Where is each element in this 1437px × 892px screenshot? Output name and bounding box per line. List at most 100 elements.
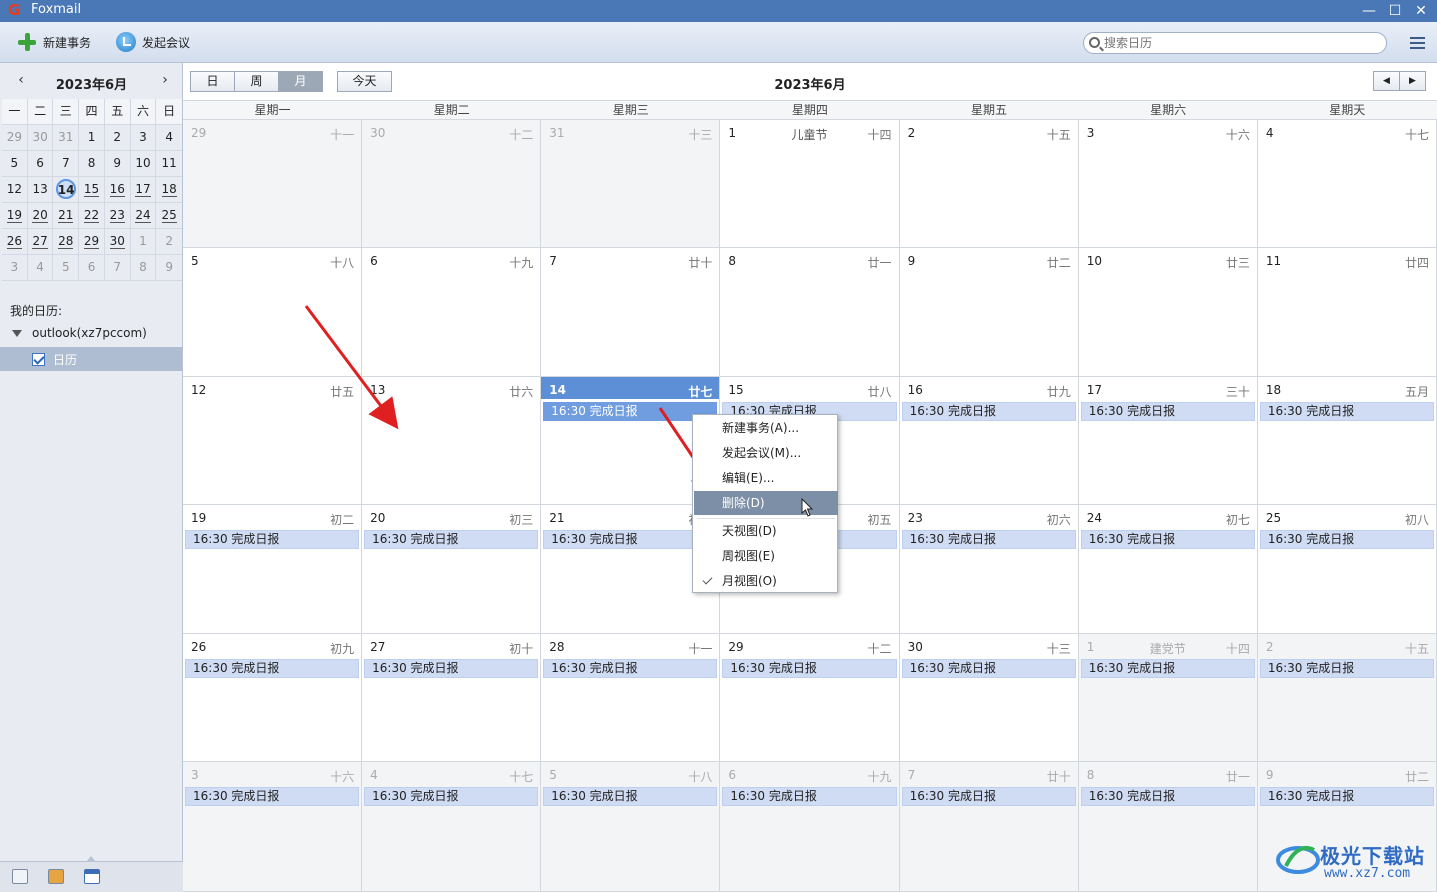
calendar-event[interactable]: 16:30 完成日报 [1259, 402, 1434, 421]
mini-day-today[interactable]: 14 [53, 177, 80, 203]
context-menu-item[interactable]: 月视图(O) [694, 569, 838, 593]
mini-day[interactable]: 16 [104, 177, 131, 203]
mini-day[interactable]: 18 [156, 177, 183, 203]
day-cell[interactable]: 10 廿三 [1078, 248, 1258, 377]
mini-day[interactable]: 9 [156, 255, 183, 281]
context-menu-item[interactable]: 新建事务(A)... [694, 416, 838, 440]
calendar-event[interactable]: 16:30 完成日报 [543, 659, 718, 678]
context-menu-item[interactable]: 周视图(E) [694, 544, 838, 568]
calendar-event[interactable]: 16:30 完成日报 [1259, 659, 1434, 678]
mini-day[interactable]: 7 [104, 255, 131, 281]
day-cell[interactable]: 12 廿五 [183, 377, 363, 505]
day-cell[interactable]: 29 十二 16:30 完成日报 [720, 634, 900, 762]
calendar-event[interactable]: 16:30 完成日报 [901, 530, 1076, 549]
calendar-event[interactable]: 16:30 完成日报 [1080, 530, 1255, 549]
mini-day[interactable]: 6 [27, 151, 54, 177]
calendar-event[interactable]: 16:30 完成日报 [901, 787, 1076, 806]
expand-triangle-icon[interactable] [12, 329, 22, 337]
day-cell[interactable]: 25 初八 16:30 完成日报 [1257, 505, 1437, 634]
day-cell[interactable]: 7 廿十 16:30 完成日报 [899, 762, 1079, 892]
day-cell[interactable]: 24 初七 16:30 完成日报 [1078, 505, 1258, 634]
day-cell[interactable]: 7 廿十 [541, 248, 721, 377]
mini-day[interactable]: 11 [156, 151, 183, 177]
calendar-event[interactable]: 16:30 完成日报 [722, 787, 897, 806]
mini-day[interactable]: 1 [79, 125, 105, 151]
close-button[interactable]: ✕ [1410, 1, 1432, 21]
mini-day[interactable]: 12 [2, 177, 28, 203]
day-cell[interactable]: 27 初十 16:30 完成日报 [362, 634, 542, 762]
calendar-event[interactable]: 16:30 完成日报 [1080, 787, 1255, 806]
day-cell[interactable]: 8 廿一 [720, 248, 900, 377]
day-cell[interactable]: 28 十一 16:30 完成日报 [541, 634, 721, 762]
day-cell[interactable]: 9 廿二 [899, 248, 1079, 377]
day-cell[interactable]: 2 十五 [899, 120, 1079, 248]
mini-day[interactable]: 31 [53, 125, 80, 151]
search-input[interactable] [1104, 35, 1374, 51]
mini-day[interactable]: 23 [104, 203, 131, 229]
menu-icon[interactable] [1410, 37, 1425, 49]
calendar-event[interactable]: 16:30 完成日报 [364, 787, 539, 806]
day-cell[interactable]: 30 十二 [362, 120, 542, 248]
day-cell[interactable]: 1 儿童节 十四 [720, 120, 900, 248]
mini-day[interactable]: 4 [27, 255, 54, 281]
maximize-button[interactable]: ☐ [1384, 1, 1406, 21]
calendar-event[interactable]: 16:30 完成日报 [1080, 659, 1255, 678]
calendar-module-icon[interactable] [84, 869, 100, 884]
day-cell[interactable]: 4 十七 16:30 完成日报 [362, 762, 542, 892]
mini-day[interactable]: 3 [2, 255, 28, 281]
calendar-event[interactable]: 16:30 完成日报 [185, 659, 360, 678]
mini-day[interactable]: 8 [79, 151, 105, 177]
mini-day[interactable]: 20 [27, 203, 54, 229]
mini-day[interactable]: 29 [2, 125, 28, 151]
calendar-event[interactable]: 16:30 完成日报 [901, 659, 1076, 678]
mail-module-icon[interactable] [12, 869, 28, 884]
day-cell[interactable]: 3 十六 16:30 完成日报 [183, 762, 363, 892]
day-cell[interactable]: 11 廿四 [1257, 248, 1437, 377]
mini-day[interactable]: 2 [104, 125, 131, 151]
mini-day[interactable]: 26 [2, 229, 28, 255]
mini-day[interactable]: 22 [79, 203, 105, 229]
day-cell[interactable]: 5 十八 [183, 248, 363, 377]
mini-day[interactable]: 27 [27, 229, 54, 255]
next-month-button[interactable]: ▶ [1399, 71, 1426, 91]
day-cell[interactable]: 30 十三 16:30 完成日报 [899, 634, 1079, 762]
day-cell[interactable]: 18 五月 16:30 完成日报 [1257, 377, 1437, 505]
day-cell[interactable]: 2 十五 16:30 完成日报 [1257, 634, 1437, 762]
calendar-item[interactable]: 日历 [0, 347, 182, 371]
calendar-event[interactable]: 16:30 完成日报 [364, 659, 539, 678]
day-cell[interactable]: 16 廿九 16:30 完成日报 [899, 377, 1079, 505]
day-cell[interactable]: 6 十九 [362, 248, 542, 377]
mini-day[interactable]: 8 [130, 255, 157, 281]
calendar-event[interactable]: 16:30 完成日报 [722, 659, 897, 678]
day-cell[interactable]: 13 廿六 [362, 377, 542, 505]
mini-day[interactable]: 15 [79, 177, 105, 203]
mini-day[interactable]: 10 [130, 151, 157, 177]
day-cell[interactable]: 20 初三 16:30 完成日报 [362, 505, 542, 634]
search-box[interactable] [1083, 32, 1387, 54]
today-button[interactable]: 今天 [337, 71, 392, 92]
day-cell[interactable]: 26 初九 16:30 完成日报 [183, 634, 363, 762]
calendar-event[interactable]: 16:30 完成日报 [901, 402, 1076, 421]
day-cell[interactable]: 31 十三 [541, 120, 721, 248]
day-cell[interactable]: 19 初二 16:30 完成日报 [183, 505, 363, 634]
mini-day[interactable]: 13 [27, 177, 54, 203]
calendar-event[interactable]: 16:30 完成日报 [543, 787, 718, 806]
day-cell[interactable]: 6 十九 16:30 完成日报 [720, 762, 900, 892]
calendar-event[interactable]: 16:30 完成日报 [1080, 402, 1255, 421]
prev-month-button[interactable]: ◀ [1373, 71, 1400, 91]
mini-day[interactable]: 30 [104, 229, 131, 255]
day-cell[interactable]: 3 十六 [1078, 120, 1258, 248]
day-cell[interactable]: 17 三十 16:30 完成日报 [1078, 377, 1258, 505]
calendar-event[interactable]: 16:30 完成日报 [1259, 530, 1434, 549]
mini-day[interactable]: 1 [130, 229, 157, 255]
calendar-event[interactable]: 16:30 完成日报 [1259, 787, 1434, 806]
mini-day[interactable]: 29 [79, 229, 105, 255]
day-cell[interactable]: 23 初六 16:30 完成日报 [899, 505, 1079, 634]
mini-day[interactable]: 19 [2, 203, 28, 229]
day-cell[interactable]: 8 廿一 16:30 完成日报 [1078, 762, 1258, 892]
mini-day[interactable]: 28 [53, 229, 80, 255]
month-view-button[interactable]: 月 [278, 71, 323, 92]
mini-day[interactable]: 6 [79, 255, 105, 281]
account-node[interactable]: outlook(xz7pccom) [12, 326, 147, 340]
mini-day[interactable]: 7 [53, 151, 80, 177]
